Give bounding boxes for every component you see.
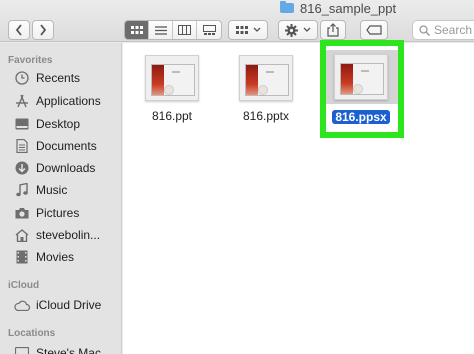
forward-button[interactable]	[32, 20, 54, 40]
film-icon	[14, 249, 30, 265]
sidebar-item-desktop[interactable]: Desktop	[14, 114, 122, 134]
icon-view-button[interactable]	[125, 21, 149, 39]
list-view-button[interactable]	[149, 21, 173, 39]
tags-button[interactable]	[360, 20, 388, 40]
share-icon	[327, 23, 339, 37]
sidebar-item-label: Pictures	[36, 206, 80, 220]
sidebar-item-icloud-drive[interactable]: iCloud Drive	[14, 295, 122, 315]
file-name: 816.ppt	[151, 109, 193, 123]
file-item-pptx[interactable]: 816.pptx	[226, 55, 306, 125]
search-icon	[419, 24, 430, 36]
sidebar-item-label: iCloud Drive	[36, 298, 102, 312]
sidebar-item-label: Documents	[36, 139, 97, 153]
sidebar-item-downloads[interactable]: Downloads	[14, 158, 122, 178]
sidebar-scroll-edge	[123, 43, 131, 354]
action-button[interactable]	[278, 20, 318, 40]
locations-heading: Locations	[8, 328, 56, 339]
sidebar-item-documents[interactable]: Documents	[14, 136, 122, 156]
sidebar-item-label: Recents	[36, 71, 81, 85]
icloud-heading: iCloud	[8, 280, 40, 291]
sidebar: Favorites Recents Applications Desktop D…	[0, 43, 122, 354]
columns-icon	[178, 25, 191, 35]
window-title: 816_sample_ppt	[280, 0, 396, 16]
camera-icon	[14, 205, 30, 221]
gallery-view-button[interactable]	[197, 21, 221, 39]
sidebar-item-pictures[interactable]: Pictures	[14, 203, 122, 223]
download-icon	[14, 160, 30, 176]
clock-icon	[14, 70, 30, 86]
music-icon	[14, 182, 30, 198]
list-icon	[154, 25, 167, 35]
sidebar-item-music[interactable]: Music	[14, 180, 122, 200]
sidebar-item-label: Downloads	[36, 161, 96, 175]
window-title-text: 816_sample_ppt	[300, 0, 397, 16]
grid-icon	[130, 26, 143, 34]
home-icon	[14, 227, 30, 243]
presentation-thumbnail-icon	[239, 55, 293, 101]
back-button[interactable]	[8, 20, 30, 40]
computer-icon	[14, 345, 30, 354]
sidebar-item-applications[interactable]: Applications	[14, 91, 122, 111]
group-icon	[235, 26, 248, 34]
toolbar: 816_sample_ppt Search	[0, 0, 474, 42]
file-thumbnail-frame	[132, 55, 212, 101]
slide-preview	[245, 64, 289, 96]
file-name: 816.pptx	[242, 109, 290, 123]
sidebar-item-mac[interactable]: Steve's Mac...	[14, 343, 122, 354]
slide-preview	[151, 64, 195, 96]
column-view-button[interactable]	[173, 21, 197, 39]
selection-highlight-box	[320, 40, 404, 138]
sidebar-item-label: Music	[36, 183, 68, 197]
sidebar-item-movies[interactable]: Movies	[14, 247, 122, 267]
document-icon	[14, 138, 30, 154]
sidebar-item-label: Movies	[36, 250, 75, 264]
sidebar-item-label: Steve's Mac...	[36, 346, 111, 354]
sidebar-item-label: Applications	[36, 94, 101, 108]
presentation-thumbnail-icon	[145, 55, 199, 101]
search-field[interactable]: Search	[412, 20, 474, 40]
sidebar-item-label: stevebolin...	[36, 228, 101, 242]
file-item-ppt[interactable]: 816.ppt	[132, 55, 212, 125]
search-placeholder: Search	[434, 23, 473, 37]
chevron-right-icon	[40, 24, 47, 36]
gallery-icon	[202, 25, 216, 35]
sidebar-item-recents[interactable]: Recents	[14, 68, 122, 88]
favorites-heading: Favorites	[8, 55, 53, 66]
gear-icon	[285, 23, 298, 37]
file-thumbnail-frame	[226, 55, 306, 101]
group-button[interactable]	[228, 20, 268, 40]
chevron-down-icon	[303, 27, 311, 32]
chevron-down-icon	[253, 27, 260, 32]
cloud-icon	[14, 297, 30, 313]
sidebar-item-label: Desktop	[36, 117, 81, 131]
desktop-icon	[14, 116, 30, 132]
folder-icon	[280, 1, 294, 13]
tag-icon	[366, 25, 382, 35]
view-mode-control	[124, 20, 222, 40]
share-button[interactable]	[320, 20, 346, 40]
sidebar-item-home[interactable]: stevebolin...	[14, 225, 122, 245]
applications-icon	[14, 93, 30, 109]
chevron-left-icon	[15, 24, 22, 36]
